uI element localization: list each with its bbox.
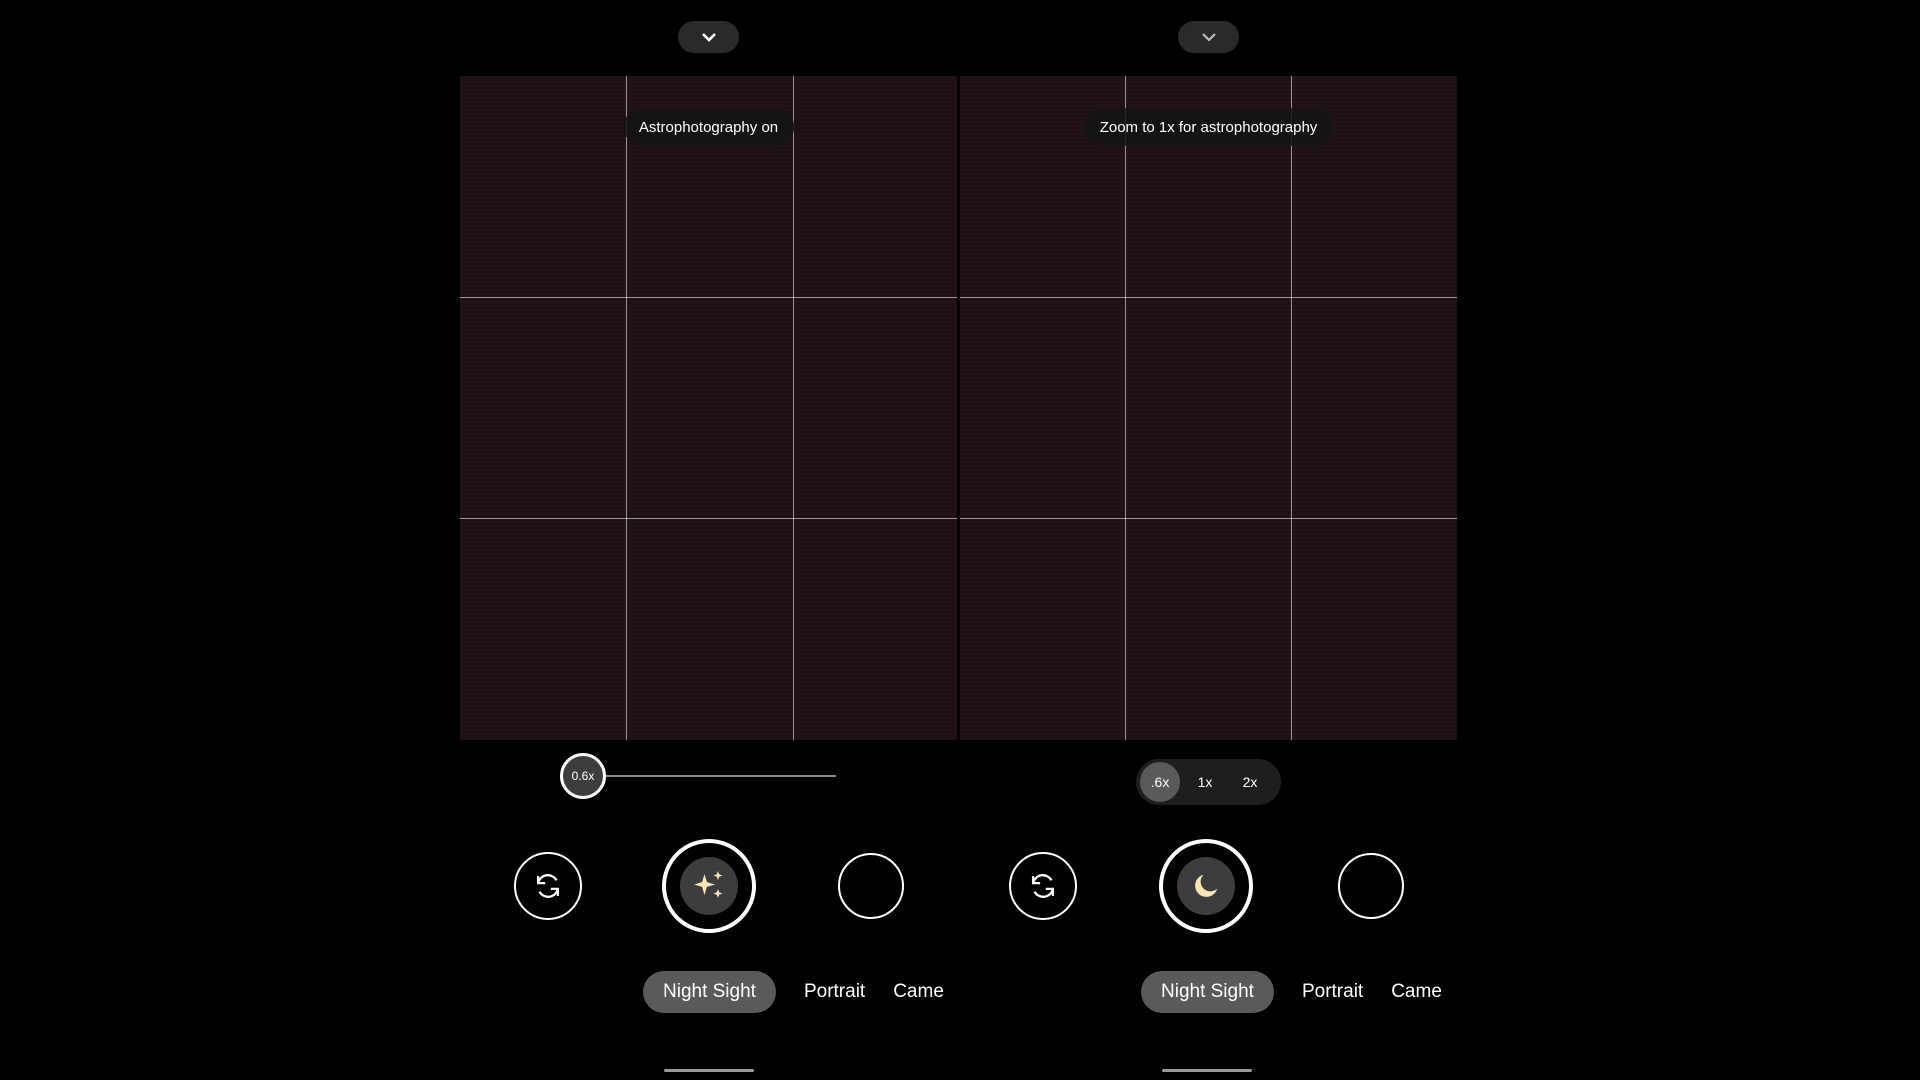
grid-line (460, 518, 957, 519)
expand-settings-button[interactable] (1178, 21, 1239, 53)
switch-camera-button[interactable] (1009, 852, 1077, 920)
mode-camera[interactable]: Came (1391, 981, 1442, 1003)
zoom-slider-handle[interactable]: 0.6x (560, 753, 606, 799)
shutter-button[interactable] (1159, 839, 1253, 933)
flip-camera-icon (1031, 874, 1055, 898)
moon-icon (1195, 874, 1218, 897)
shutter-button[interactable] (662, 839, 756, 933)
grid-line (960, 297, 1457, 298)
gallery-thumbnail-button[interactable] (838, 853, 904, 919)
chevron-down-icon (1201, 33, 1216, 42)
mode-portrait[interactable]: Portrait (804, 981, 865, 1003)
grid-line (1125, 76, 1126, 740)
expand-settings-button[interactable] (678, 21, 739, 53)
zoom-slider-track[interactable] (583, 775, 836, 777)
switch-camera-button[interactable] (514, 852, 582, 920)
zoom-selector: .6x 1x 2x (1136, 759, 1281, 805)
grid-line (460, 297, 957, 298)
mode-selector: Night Sight Portrait Came (1141, 971, 1457, 1013)
flip-camera-icon (536, 874, 560, 898)
left-camera-pane: Astrophotography on 0.6x Night Sight Por… (460, 0, 957, 1080)
gallery-thumbnail-button[interactable] (1338, 853, 1404, 919)
zoom-option-2x[interactable]: 2x (1230, 774, 1270, 790)
home-indicator[interactable] (1162, 1069, 1252, 1072)
grid-line (793, 76, 794, 740)
right-camera-pane: Zoom to 1x for astrophotography .6x 1x 2… (960, 0, 1457, 1080)
mode-night-sight[interactable]: Night Sight (643, 971, 776, 1013)
zoom-option-1x[interactable]: 1x (1180, 774, 1230, 790)
sparkles-icon (694, 871, 723, 898)
grid-line (960, 518, 1457, 519)
zoom-hint-tooltip: Zoom to 1x for astrophotography (1083, 108, 1334, 146)
viewfinder[interactable] (960, 76, 1457, 740)
grid-line (626, 76, 627, 740)
home-indicator[interactable] (664, 1069, 754, 1072)
chevron-down-icon (701, 33, 716, 42)
mode-selector: Night Sight Portrait Came (643, 971, 959, 1013)
viewfinder[interactable] (460, 76, 957, 740)
mode-night-sight[interactable]: Night Sight (1141, 971, 1274, 1013)
mode-portrait[interactable]: Portrait (1302, 981, 1363, 1003)
mode-camera[interactable]: Came (893, 981, 944, 1003)
grid-line (1291, 76, 1292, 740)
zoom-option-0.6x[interactable]: .6x (1140, 762, 1180, 802)
astrophotography-tooltip: Astrophotography on (622, 108, 795, 146)
